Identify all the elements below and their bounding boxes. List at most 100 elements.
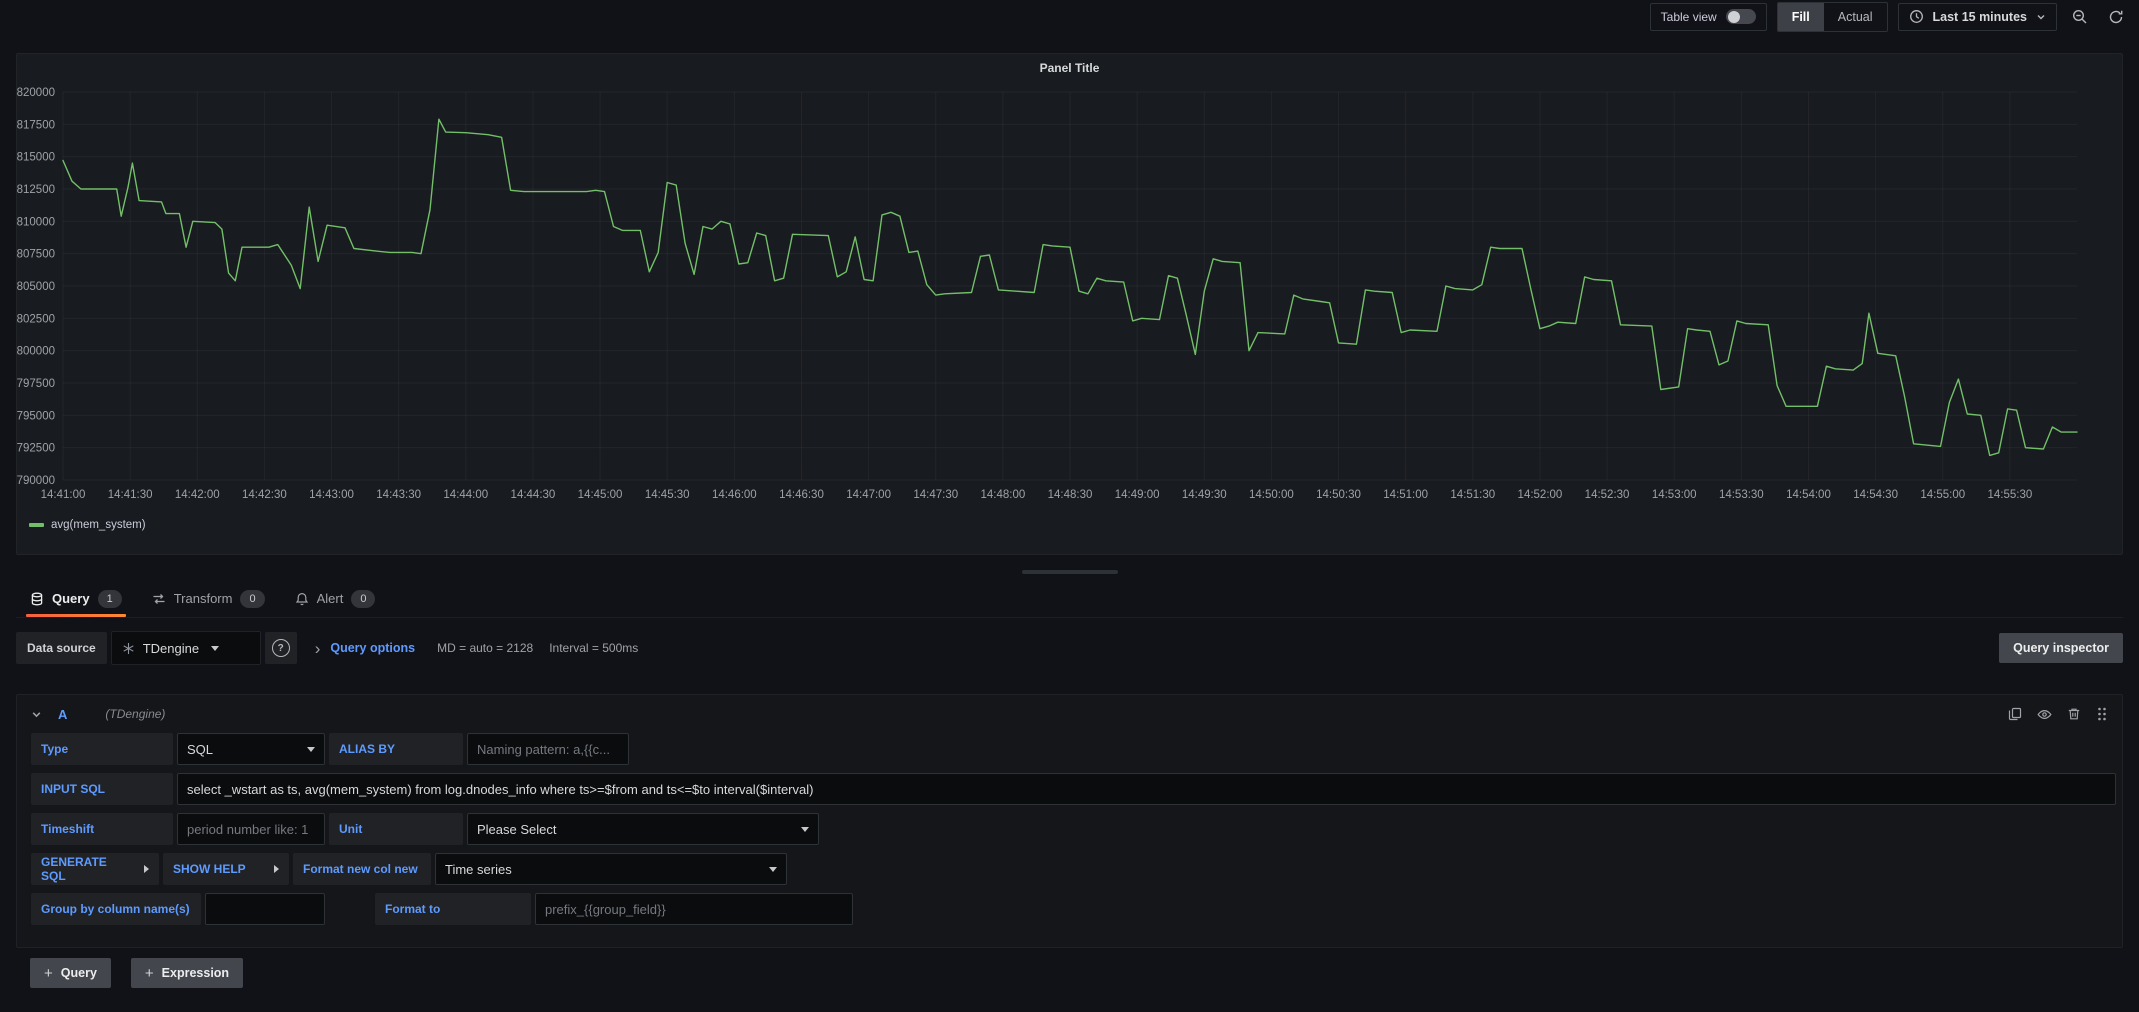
x-tick-label: 14:50:30 (1316, 489, 1361, 501)
table-view-toggle[interactable] (1726, 9, 1756, 24)
type-select[interactable]: SQL (177, 733, 325, 765)
x-tick-label: 14:45:30 (645, 489, 690, 501)
zoom-out-button[interactable] (2067, 4, 2093, 30)
fill-button[interactable]: Fill (1778, 3, 1824, 31)
x-tick-label: 14:46:30 (779, 489, 824, 501)
y-tick-label: 1802500 (17, 313, 55, 325)
format-to-input[interactable] (535, 893, 853, 925)
legend-series-swatch[interactable] (29, 523, 44, 527)
type-label: Type (31, 733, 173, 765)
datasource-bar: Data source TDengine ? › Query options M… (16, 632, 2123, 664)
sql-tools-row: GENERATE SQL SHOW HELP Format new col ne… (31, 853, 2120, 885)
y-tick-label: 1795000 (17, 410, 55, 422)
tab-label: Alert (317, 591, 344, 606)
x-tick-label: 14:54:00 (1786, 489, 1831, 501)
x-tick-label: 14:49:00 (1115, 489, 1160, 501)
show-help-button[interactable]: SHOW HELP (163, 853, 289, 885)
datasource-value: TDengine (143, 641, 199, 656)
x-tick-label: 14:43:00 (309, 489, 354, 501)
group-by-input[interactable] (205, 893, 325, 925)
time-range-label: Last 15 minutes (1933, 10, 2027, 24)
duplicate-query-button[interactable] (2008, 707, 2022, 721)
x-tick-label: 14:46:00 (712, 489, 757, 501)
interval-text: Interval = 500ms (549, 641, 638, 655)
query-row-header[interactable]: A (TDengine) (17, 695, 2122, 733)
format-select-value: Time series (445, 862, 512, 877)
x-tick-label: 14:53:00 (1652, 489, 1697, 501)
y-tick-label: 1807500 (17, 249, 55, 261)
x-tick-label: 14:42:30 (242, 489, 287, 501)
table-view-group: Table view (1650, 3, 1767, 31)
y-tick-label: 1797500 (17, 378, 55, 390)
input-sql-input[interactable] (177, 773, 2116, 805)
tab-alert[interactable]: Alert 0 (295, 580, 376, 617)
trash-icon (2067, 707, 2081, 721)
query-options-toggle[interactable]: Query options (330, 641, 415, 655)
query-row-actions (2008, 706, 2108, 722)
unit-select-value: Please Select (477, 822, 557, 837)
panel-title[interactable]: Panel Title (17, 54, 2122, 82)
type-row: Type SQL ALIAS BY (31, 733, 2120, 765)
add-query-button[interactable]: + Query (30, 958, 111, 988)
x-tick-label: 14:41:30 (108, 489, 153, 501)
refresh-icon (2108, 9, 2124, 25)
query-editor-card: A (TDengine) Type SQL ALIAS BY INPUT SQL (16, 694, 2123, 948)
collapse-chevron-icon[interactable] (31, 709, 42, 720)
top-toolbar: Table view Fill Actual Last 15 minutes (0, 0, 2139, 33)
time-series-chart[interactable]: 14:41:0014:41:3014:42:0014:42:3014:43:00… (17, 82, 2122, 514)
input-sql-row: INPUT SQL (31, 773, 2120, 805)
query-inspector-button[interactable]: Query inspector (1999, 633, 2123, 663)
datasource-help-button[interactable]: ? (265, 632, 297, 664)
x-tick-label: 14:50:00 (1249, 489, 1294, 501)
generate-sql-button[interactable]: GENERATE SQL (31, 853, 159, 885)
grip-dots-icon (2096, 706, 2108, 722)
actual-button[interactable]: Actual (1824, 3, 1887, 31)
group-by-label: Group by column name(s) (31, 893, 201, 925)
tab-query[interactable]: Query 1 (30, 580, 122, 617)
type-select-value: SQL (187, 742, 213, 757)
drag-handle[interactable] (2096, 706, 2108, 722)
tab-transform[interactable]: Transform 0 (152, 580, 265, 617)
y-tick-label: 1790000 (17, 475, 55, 487)
bell-icon (295, 592, 309, 606)
panel-resize-handle[interactable] (1022, 570, 1118, 574)
y-tick-label: 1800000 (17, 346, 55, 358)
editor-footer: + Query + Expression (30, 958, 243, 988)
chevron-right-icon: › (315, 640, 321, 657)
format-select[interactable]: Time series (435, 853, 787, 885)
add-expression-button[interactable]: + Expression (131, 958, 243, 988)
search-minus-icon (2072, 9, 2088, 25)
unit-select[interactable]: Please Select (467, 813, 819, 845)
timeshift-input[interactable] (177, 813, 325, 845)
tab-label: Transform (174, 591, 233, 606)
tdengine-logo-icon (122, 642, 135, 655)
group-by-row: Group by column name(s) Format to (31, 893, 2120, 925)
datasource-picker[interactable]: TDengine (111, 631, 261, 665)
x-tick-label: 14:44:30 (511, 489, 556, 501)
x-tick-label: 14:55:30 (1987, 489, 2032, 501)
y-tick-label: 1805000 (17, 281, 55, 293)
chevron-right-icon (144, 865, 149, 873)
chevron-down-icon (801, 827, 809, 832)
alias-by-label: ALIAS BY (329, 733, 463, 765)
time-range-picker[interactable]: Last 15 minutes (1898, 3, 2057, 31)
refresh-button[interactable] (2103, 4, 2129, 30)
query-datasource-hint: (TDengine) (105, 707, 165, 721)
y-tick-label: 1792500 (17, 443, 55, 455)
fill-actual-segment: Fill Actual (1777, 2, 1888, 32)
copy-icon (2008, 707, 2022, 721)
tab-count-badge: 1 (98, 590, 122, 608)
x-tick-label: 14:55:00 (1920, 489, 1965, 501)
graph-panel: Panel Title 14:41:0014:41:3014:42:0014:4… (16, 53, 2123, 555)
query-ref-id: A (58, 707, 67, 722)
chart-legend: avg(mem_system) (17, 514, 2122, 536)
x-tick-label: 14:51:00 (1383, 489, 1428, 501)
alias-by-input[interactable] (467, 733, 629, 765)
x-tick-label: 14:45:00 (578, 489, 623, 501)
hide-query-button[interactable] (2037, 707, 2052, 722)
delete-query-button[interactable] (2067, 707, 2081, 721)
eye-icon (2037, 707, 2052, 722)
plus-icon: + (145, 965, 154, 982)
legend-series-label[interactable]: avg(mem_system) (51, 519, 146, 531)
x-tick-label: 14:51:30 (1450, 489, 1495, 501)
